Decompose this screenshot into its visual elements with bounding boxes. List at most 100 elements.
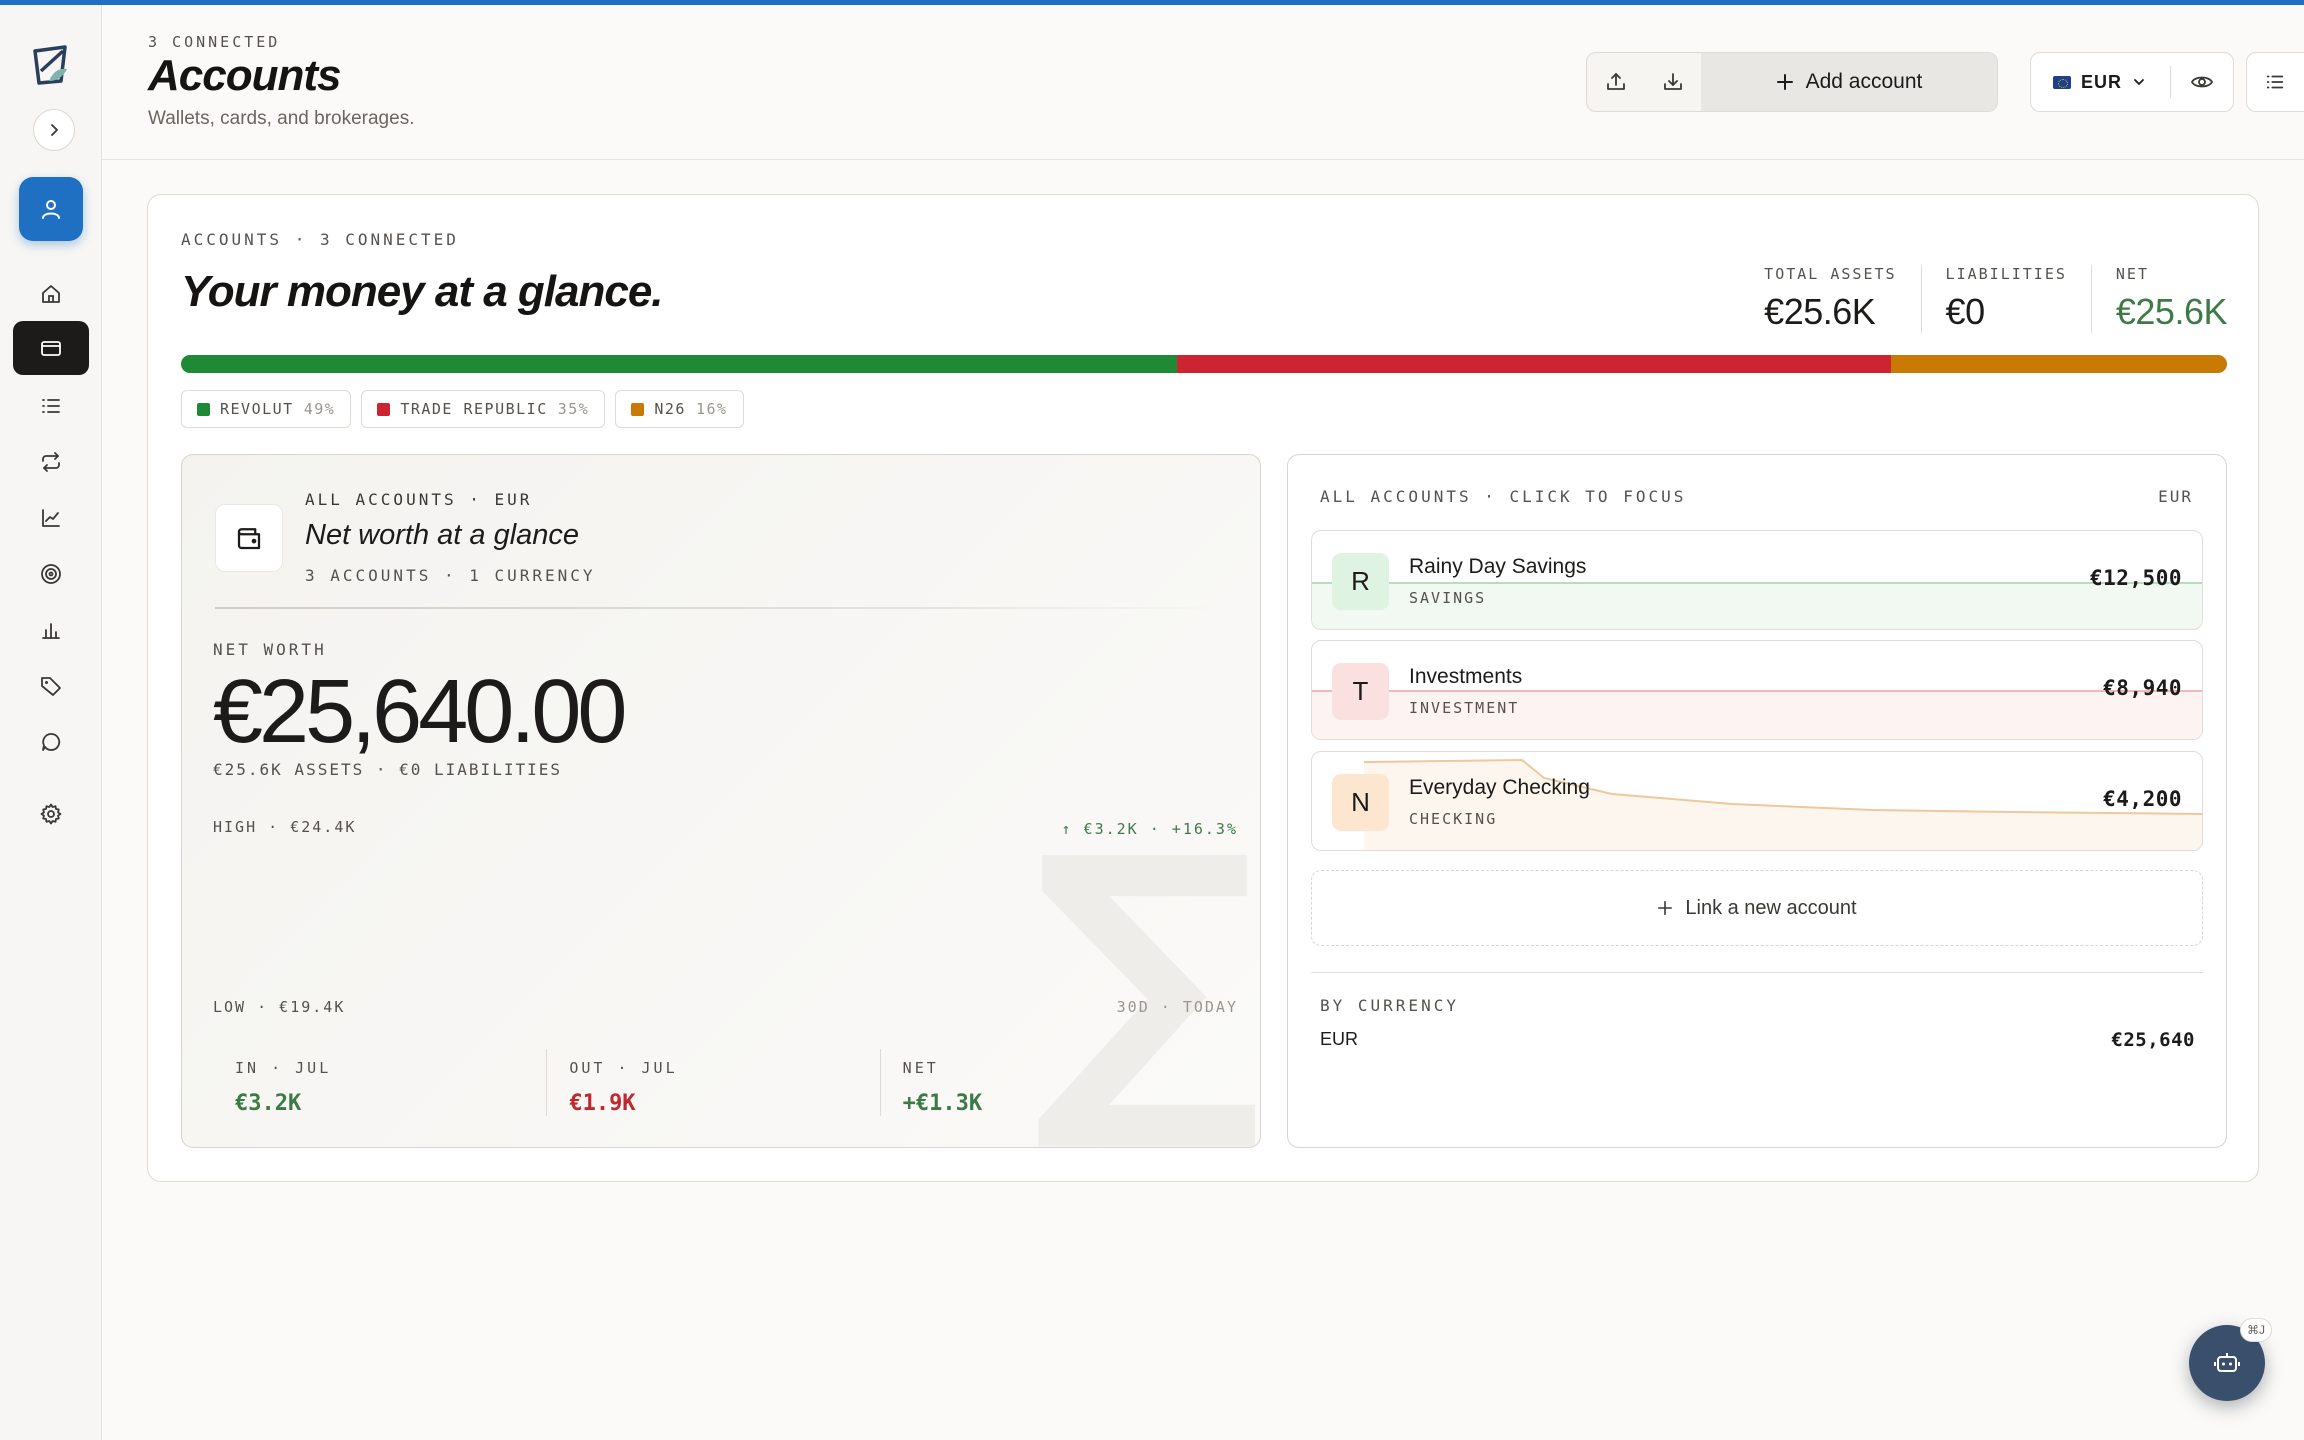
account-sparkline: [1312, 690, 2202, 739]
wallet-icon: [237, 528, 261, 550]
import-button[interactable]: [1644, 53, 1701, 111]
currency-code: EUR: [2081, 71, 2123, 92]
add-account-button[interactable]: Add account: [1701, 53, 1997, 111]
outflow-value: €1.9K: [569, 1091, 636, 1116]
legend-percent: 49%: [303, 400, 336, 418]
download-icon: [1663, 73, 1682, 90]
by-currency-value: €25,640: [2111, 1029, 2195, 1051]
low-value: LOW · €19.4K: [213, 998, 346, 1016]
allocation-bar: [181, 355, 2227, 373]
inflow-label: IN · JUL: [235, 1059, 332, 1077]
expand-sidebar-button[interactable]: [33, 109, 75, 151]
chat-bubble-icon: [42, 733, 61, 751]
net-label: NET: [2115, 265, 2149, 283]
toggle-visibility-button[interactable]: [2171, 53, 2233, 111]
net-value: €25.6K: [2115, 291, 2228, 332]
tag-icon: [41, 677, 61, 696]
sidebar-item-reports[interactable]: [13, 603, 89, 657]
account-row[interactable]: T Investments INVESTMENT €8,940: [1311, 640, 2203, 740]
accounts-list-currency: EUR: [2158, 487, 2193, 506]
sidebar-item-transactions[interactable]: [13, 379, 89, 433]
eu-flag-icon: [2053, 75, 2071, 89]
net-flow-value: +€1.3K: [902, 1091, 983, 1116]
divider: [215, 607, 1220, 609]
plus-icon: [1658, 900, 1673, 916]
page-subtitle: Wallets, cards, and brokerages.: [148, 108, 415, 129]
currency-controls: EUR: [2030, 52, 2234, 112]
account-name: Rainy Day Savings: [1409, 555, 1587, 578]
connected-count: 3 CONNECTED: [148, 33, 281, 51]
account-balance: €4,200: [2103, 787, 2182, 811]
cash-flow-row: IN · JUL €3.2K OUT · JUL €1.9K NET +€1.3…: [213, 1049, 1213, 1116]
export-button[interactable]: [1587, 53, 1644, 111]
account-avatar: T: [1332, 663, 1389, 720]
total-assets-stat: TOTAL ASSETS €25.6K: [1764, 265, 1920, 333]
net-stat: NET €25.6K: [2090, 265, 2228, 333]
sidebar: [0, 5, 102, 1440]
net-worth-value: €25,640.00: [213, 662, 627, 762]
accounts-overview-card: ACCOUNTS · 3 CONNECTED Your money at a g…: [147, 194, 2259, 1182]
assistant-shortcut-badge: ⌘J: [2240, 1318, 2272, 1342]
account-row[interactable]: R Rainy Day Savings SAVINGS €12,500: [1311, 530, 2203, 630]
user-icon: [42, 200, 60, 219]
legend-swatch: [377, 402, 391, 416]
accounts-list-kicker: ALL ACCOUNTS · CLICK TO FOCUS: [1320, 487, 1687, 506]
total-assets-value: €25.6K: [1764, 291, 1876, 332]
account-balance: €12,500: [2089, 566, 2182, 590]
target-icon: [41, 564, 61, 584]
account-type: SAVINGS: [1409, 589, 1487, 607]
list-view-button[interactable]: [2247, 53, 2304, 111]
link-new-account-button[interactable]: Link a new account: [1311, 870, 2203, 946]
plus-icon: [1776, 74, 1793, 90]
outflow-label: OUT · JUL: [569, 1059, 678, 1077]
currency-select[interactable]: EUR: [2031, 72, 2170, 93]
sidebar-item-recurring[interactable]: [13, 435, 89, 489]
legend-swatch: [631, 402, 645, 416]
app-logo-icon[interactable]: [27, 41, 75, 89]
account-row[interactable]: N Everyday Checking CHECKING €4,200: [1311, 751, 2203, 851]
profile-button[interactable]: [19, 177, 83, 241]
net-flow-cell: NET +€1.3K: [879, 1049, 1213, 1116]
sidebar-item-trends[interactable]: [13, 491, 89, 545]
account-avatar: R: [1332, 553, 1389, 610]
upload-icon: [1606, 73, 1625, 90]
by-currency-code: EUR: [1320, 1029, 1359, 1049]
sidebar-item-goals[interactable]: [13, 547, 89, 601]
allocation-legend-item[interactable]: N26 16%: [615, 390, 744, 428]
gear-icon: [40, 803, 62, 825]
allocation-legend-item[interactable]: TRADE REPUBLIC 35%: [361, 390, 606, 428]
allocation-segment: [181, 355, 1178, 373]
account-sparkline: [1312, 582, 2202, 629]
page-header: 3 CONNECTED Accounts Wallets, cards, and…: [102, 5, 2304, 160]
overview-title: Your money at a glance.: [181, 267, 664, 316]
add-account-label: Add account: [1805, 70, 1923, 93]
sidebar-item-accounts[interactable]: [13, 321, 89, 375]
robot-icon: [2214, 1353, 2240, 1372]
summary-title: Net worth at a glance: [305, 519, 580, 551]
allocation-segment: [1177, 355, 1892, 373]
sidebar-item-tags[interactable]: [13, 659, 89, 713]
wallet-icon: [41, 341, 61, 356]
overview-kicker: ACCOUNTS · 3 CONNECTED: [181, 230, 459, 249]
eye-icon: [2191, 76, 2214, 88]
inflow-cell: IN · JUL €3.2K: [213, 1049, 546, 1116]
inflow-value: €3.2K: [235, 1091, 302, 1116]
link-new-account-label: Link a new account: [1685, 896, 1857, 919]
by-currency-label: BY CURRENCY: [1320, 996, 1459, 1015]
legend-swatch: [197, 402, 210, 416]
summary-subtitle: 3 ACCOUNTS · 1 CURRENCY: [305, 566, 596, 585]
account-type: INVESTMENT: [1409, 699, 1520, 717]
accounts-list-panel: ALL ACCOUNTS · CLICK TO FOCUS EUR R Rain…: [1287, 454, 2227, 1148]
sidebar-item-chat[interactable]: [13, 715, 89, 769]
change-value: ↑ €3.2K · +16.3%: [1061, 820, 1238, 838]
legend-percent: 35%: [557, 400, 590, 418]
chevron-down-icon: [2134, 79, 2144, 85]
repeat-icon: [42, 452, 60, 472]
page-title: Accounts: [148, 51, 341, 100]
totals: TOTAL ASSETS €25.6K LIABILITIES €0 NET €…: [1764, 265, 2228, 333]
legend-name: REVOLUT: [220, 400, 294, 418]
net-flow-label: NET: [902, 1059, 939, 1077]
sidebar-item-home[interactable]: [13, 267, 89, 321]
sidebar-item-settings[interactable]: [13, 787, 89, 841]
allocation-legend-item[interactable]: REVOLUT 49%: [181, 390, 352, 428]
